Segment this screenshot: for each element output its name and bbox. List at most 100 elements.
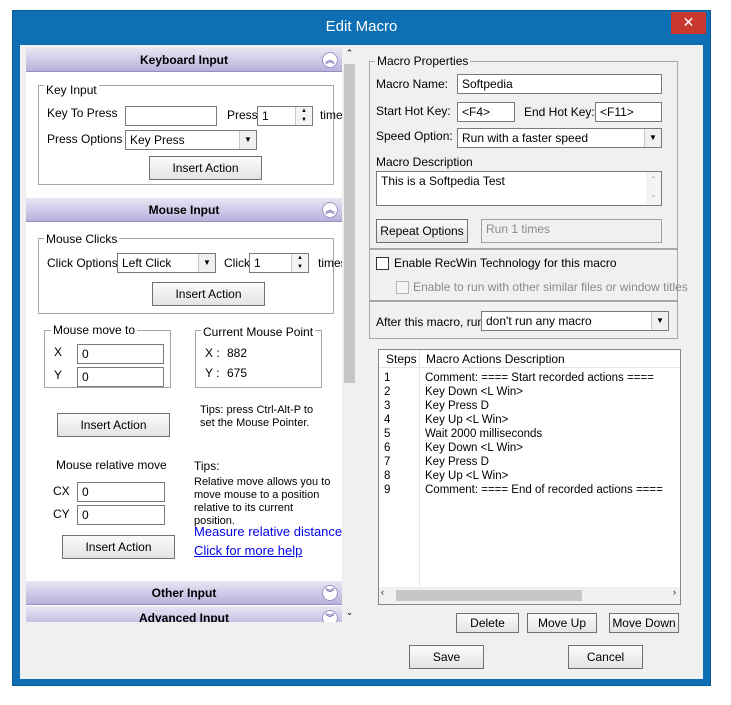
column-divider: [419, 350, 420, 368]
cancel-button[interactable]: Cancel: [568, 645, 643, 669]
table-row[interactable]: 7 Key Press D: [379, 455, 680, 469]
macro-description-value: This is a Softpedia Test: [381, 174, 505, 188]
recwin-label: Enable RecWin Technology for this macro: [394, 256, 617, 270]
table-row[interactable]: 3 Key Press D: [379, 399, 680, 413]
step-number: 7: [384, 456, 391, 468]
x-label: X: [54, 345, 63, 359]
table-row[interactable]: 9 Comment: ==== End of recorded actions =…: [379, 483, 680, 497]
click-options-select[interactable]: Left Click ▼: [117, 253, 216, 273]
table-row[interactable]: 6 Key Down <L Win>: [379, 441, 680, 455]
spinner-arrows-icon[interactable]: ▲ ▼: [295, 107, 312, 125]
scroll-left-icon[interactable]: ‹: [381, 587, 384, 597]
table-row[interactable]: 1 Comment: ==== Start recorded actions ==…: [379, 371, 680, 385]
macro-description-label: Macro Description: [376, 155, 473, 169]
click-options-label: Click Options: [47, 256, 118, 270]
start-hot-key-input[interactable]: <F4>: [457, 102, 515, 122]
click-times-label: times: [318, 256, 342, 270]
scrollbar-thumb[interactable]: [344, 64, 355, 383]
table-header: Steps Macro Actions Description: [379, 350, 680, 368]
dropdown-arrow-icon: ▼: [239, 131, 256, 149]
table-row[interactable]: 8 Key Up <L Win>: [379, 469, 680, 483]
mouse-move-insert-action-button[interactable]: Insert Action: [57, 413, 170, 437]
cur-x-label: X :: [205, 346, 220, 360]
cy-input[interactable]: 0: [77, 505, 165, 525]
scroll-down-icon[interactable]: ⌄: [342, 607, 357, 621]
spinner-arrows-icon[interactable]: ▲ ▼: [291, 254, 308, 272]
scroll-right-icon[interactable]: ›: [673, 587, 676, 597]
similar-files-label: Enable to run with other similar files o…: [413, 280, 688, 294]
textarea-scroll-icon[interactable]: ⌃ ⌄: [646, 172, 661, 205]
press-options-value: Key Press: [130, 133, 185, 147]
expand-icon[interactable]: ︾: [322, 610, 338, 622]
action-description: Key Press D: [425, 456, 489, 468]
macro-name-label: Macro Name:: [376, 77, 449, 91]
cx-input[interactable]: 0: [77, 482, 165, 502]
macro-actions-table: Steps Macro Actions Description 1 Comment…: [378, 349, 681, 605]
table-hscrollbar[interactable]: ‹ ›: [379, 587, 680, 604]
close-button[interactable]: ✕: [671, 12, 706, 34]
mouse-move-label: Mouse move to: [51, 323, 138, 337]
key-to-press-label: Key To Press: [47, 106, 118, 120]
relative-insert-action-button[interactable]: Insert Action: [62, 535, 175, 559]
mouse-input-header[interactable]: Mouse Input ︽: [26, 198, 342, 222]
table-row[interactable]: 4 Key Up <L Win>: [379, 413, 680, 427]
move-down-button[interactable]: Move Down: [609, 613, 679, 633]
press-times-label: times: [320, 108, 342, 122]
recwin-checkbox[interactable]: [376, 257, 389, 270]
speed-option-value: Run with a faster speed: [462, 131, 589, 145]
measure-relative-distance-link[interactable]: Measure relative distance: [194, 524, 342, 539]
end-hot-key-input[interactable]: <F11>: [595, 102, 662, 122]
click-label: Click: [224, 256, 250, 270]
press-count-value: 1: [262, 109, 269, 123]
save-button[interactable]: Save: [409, 645, 484, 669]
action-description: Key Down <L Win>: [425, 442, 524, 454]
move-up-button[interactable]: Move Up: [527, 613, 597, 633]
expand-icon[interactable]: ︾: [322, 585, 338, 601]
other-input-header[interactable]: Other Input ︾: [26, 581, 342, 605]
after-macro-select[interactable]: don't run any macro ▼: [481, 311, 669, 331]
similar-files-checkbox[interactable]: [396, 281, 409, 294]
speed-option-label: Speed Option:: [376, 129, 453, 143]
current-point-label: Current Mouse Point: [201, 325, 316, 339]
keyboard-insert-action-button[interactable]: Insert Action: [149, 156, 262, 180]
move-y-input[interactable]: 0: [77, 367, 164, 387]
description-column-header[interactable]: Macro Actions Description: [426, 352, 565, 366]
delete-button[interactable]: Delete: [456, 613, 519, 633]
table-row[interactable]: 2 Key Down <L Win>: [379, 385, 680, 399]
macro-name-input[interactable]: Softpedia: [457, 74, 662, 94]
key-to-press-input[interactable]: [125, 106, 217, 126]
mouse-clicks-label: Mouse Clicks: [44, 232, 120, 246]
tips-move-text: Tips: press Ctrl-Alt-P to set the Mouse …: [200, 404, 314, 429]
keyboard-input-header[interactable]: Keyboard Input ︽: [26, 48, 342, 72]
macro-description-textarea[interactable]: This is a Softpedia Test ⌃ ⌄: [376, 171, 662, 206]
repeat-options-button[interactable]: Repeat Options: [376, 219, 468, 243]
cur-y-label: Y :: [205, 366, 220, 380]
after-macro-value: don't run any macro: [486, 314, 592, 328]
press-count-stepper[interactable]: 1 ▲ ▼: [257, 106, 313, 126]
mouse-click-insert-action-button[interactable]: Insert Action: [152, 282, 265, 306]
move-x-input[interactable]: 0: [77, 344, 164, 364]
speed-option-select[interactable]: Run with a faster speed ▼: [457, 128, 662, 148]
key-input-label: Key Input: [44, 83, 99, 97]
scroll-up-icon[interactable]: ⌃: [342, 48, 357, 62]
click-count-stepper[interactable]: 1 ▲ ▼: [249, 253, 309, 273]
collapse-icon[interactable]: ︽: [322, 52, 338, 68]
action-description: Key Up <L Win>: [425, 470, 509, 482]
table-row[interactable]: 5 Wait 2000 milliseconds: [379, 427, 680, 441]
press-options-select[interactable]: Key Press ▼: [125, 130, 257, 150]
steps-column-header[interactable]: Steps: [386, 352, 417, 366]
start-hot-key-label: Start Hot Key:: [376, 104, 451, 118]
input-panel: Keyboard Input ︽ Key Input Key To Press …: [26, 48, 342, 622]
step-number: 1: [384, 372, 391, 384]
collapse-icon[interactable]: ︽: [322, 202, 338, 218]
dropdown-arrow-icon: ▼: [644, 129, 661, 147]
hscroll-thumb[interactable]: [396, 590, 582, 601]
step-number: 4: [384, 414, 391, 426]
advanced-input-header[interactable]: Advanced Input ︾: [26, 606, 342, 622]
panel-scrollbar[interactable]: ⌃ ⌄: [342, 48, 357, 622]
relative-move-label: Mouse relative move: [56, 458, 167, 472]
action-description: Key Down <L Win>: [425, 386, 524, 398]
click-for-help-link[interactable]: Click for more help: [194, 543, 302, 558]
step-number: 8: [384, 470, 391, 482]
cy-label: CY: [53, 507, 70, 521]
